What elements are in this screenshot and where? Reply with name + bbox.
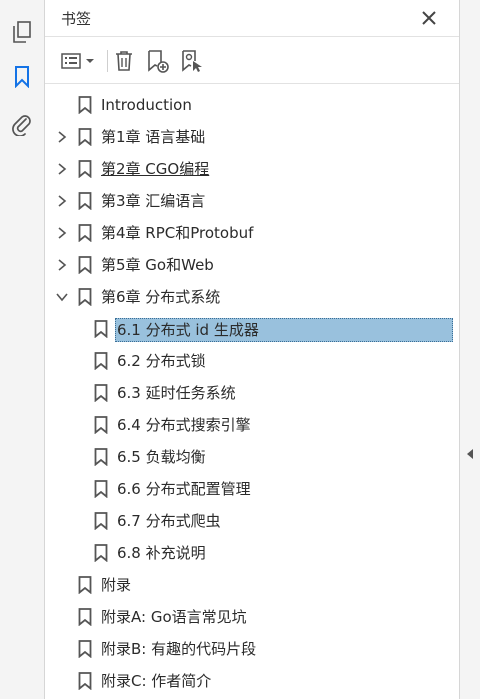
bookmark-label: 6.2 分布式锁 — [117, 352, 206, 370]
bookmark-item[interactable]: 第5章 Go和Web — [45, 249, 459, 281]
bookmarks-panel: 书签 Introduction 第1章 语言基础 第2章 CGO编程 第3章 汇… — [45, 0, 459, 699]
navigation-rail — [0, 0, 45, 699]
bookmark-item[interactable]: 第3章 汇编语言 — [45, 185, 459, 217]
bookmark-item-icon — [78, 288, 92, 307]
bookmark-label: 6.3 延时任务系统 — [117, 384, 236, 402]
bookmark-label: 第6章 分布式系统 — [101, 288, 221, 306]
bookmark-item[interactable]: 第1章 语言基础 — [45, 121, 459, 153]
bookmark-label: 6.8 补充说明 — [117, 544, 206, 562]
bookmark-item[interactable]: 6.4 分布式搜索引擎 — [45, 409, 459, 441]
chevron-down-icon[interactable] — [55, 290, 69, 304]
bookmark-item-icon — [94, 544, 108, 563]
bookmark-item[interactable]: 6.3 延时任务系统 — [45, 377, 459, 409]
bookmark-label: 第4章 RPC和Protobuf — [101, 224, 254, 242]
new-bookmark-icon — [148, 50, 169, 73]
bookmark-item-icon — [94, 512, 108, 531]
close-panel-button[interactable] — [419, 8, 439, 28]
document-scroll-strip — [459, 0, 480, 699]
bookmark-item[interactable]: 6.5 负载均衡 — [45, 441, 459, 473]
bookmark-label: 第1章 语言基础 — [101, 128, 206, 146]
bookmark-label: 附录A: Go语言常见坑 — [101, 608, 247, 626]
chevron-right-icon[interactable] — [55, 258, 69, 272]
bookmark-item-icon — [78, 256, 92, 275]
new-bookmark-from-structure-button[interactable] — [179, 48, 205, 74]
bookmark-item-icon — [94, 384, 108, 403]
chevron-right-icon[interactable] — [55, 226, 69, 240]
bookmark-item[interactable]: 6.1 分布式 id 生成器 — [45, 313, 459, 345]
chevron-right-icon[interactable] — [55, 194, 69, 208]
close-icon — [422, 11, 436, 25]
new-bookmark-from-structure-icon — [182, 50, 202, 72]
delete-button[interactable] — [111, 48, 137, 74]
bookmark-label: 6.7 分布式爬虫 — [117, 512, 221, 530]
bookmark-label: 6.6 分布式配置管理 — [117, 480, 251, 498]
bookmark-label: 第3章 汇编语言 — [101, 192, 206, 210]
options-menu-button[interactable] — [59, 48, 99, 74]
bookmark-item[interactable]: 第4章 RPC和Protobuf — [45, 217, 459, 249]
bookmark-item[interactable]: 附录B: 有趣的代码片段 — [45, 633, 459, 665]
bookmark-item-icon — [94, 416, 108, 435]
bookmark-item-icon — [78, 224, 92, 243]
delete-icon — [116, 51, 132, 71]
bookmark-item-icon — [94, 320, 108, 339]
bookmark-label: 6.4 分布式搜索引擎 — [117, 416, 251, 434]
bookmark-item-icon — [78, 128, 92, 147]
bookmark-label: 附录 — [101, 576, 132, 594]
bookmark-icon[interactable] — [8, 63, 36, 91]
bookmark-item[interactable]: 6.7 分布式爬虫 — [45, 505, 459, 537]
bookmarks-toolbar — [45, 37, 459, 84]
bookmark-item[interactable]: 附录C: 作者简介 — [45, 665, 459, 697]
bookmark-label: 附录B: 有趣的代码片段 — [101, 640, 257, 658]
bookmark-label: 第5章 Go和Web — [101, 256, 214, 274]
options-menu-icon — [61, 53, 94, 69]
bookmark-label: 6.1 分布式 id 生成器 — [115, 318, 453, 342]
bookmark-item-icon — [78, 96, 92, 115]
bookmark-item-icon — [78, 192, 92, 211]
bookmark-item[interactable]: Introduction — [45, 89, 459, 121]
collapse-panel-icon[interactable] — [465, 448, 475, 460]
bookmark-item-icon — [78, 160, 92, 179]
bookmark-item-icon — [78, 640, 92, 659]
bookmark-item-icon — [78, 608, 92, 627]
chevron-right-icon[interactable] — [55, 162, 69, 176]
bookmark-item-icon — [94, 448, 108, 467]
attachment-icon[interactable] — [8, 110, 36, 138]
bookmark-label: 附录C: 作者简介 — [101, 672, 212, 690]
bookmark-label: Introduction — [101, 96, 192, 114]
bookmark-item[interactable]: 第2章 CGO编程 — [45, 153, 459, 185]
pages-icon[interactable] — [8, 18, 36, 46]
bookmark-item-icon — [94, 352, 108, 371]
bookmark-item[interactable]: 6.8 补充说明 — [45, 537, 459, 569]
bookmark-item[interactable]: 附录 — [45, 569, 459, 601]
panel-header: 书签 — [45, 0, 459, 37]
bookmark-label: 6.5 负载均衡 — [117, 448, 206, 466]
bookmark-item[interactable]: 第6章 分布式系统 — [45, 281, 459, 313]
bookmark-item[interactable]: 6.6 分布式配置管理 — [45, 473, 459, 505]
bookmark-item-icon — [78, 576, 92, 595]
bookmark-label: 第2章 CGO编程 — [101, 160, 210, 178]
toolbar-separator — [107, 50, 108, 72]
bookmark-item[interactable]: 6.2 分布式锁 — [45, 345, 459, 377]
panel-title: 书签 — [61, 10, 92, 28]
new-bookmark-button[interactable] — [145, 48, 171, 74]
bookmark-item[interactable]: 附录A: Go语言常见坑 — [45, 601, 459, 633]
bookmark-item-icon — [78, 672, 92, 691]
chevron-right-icon[interactable] — [55, 130, 69, 144]
bookmark-item-icon — [94, 480, 108, 499]
